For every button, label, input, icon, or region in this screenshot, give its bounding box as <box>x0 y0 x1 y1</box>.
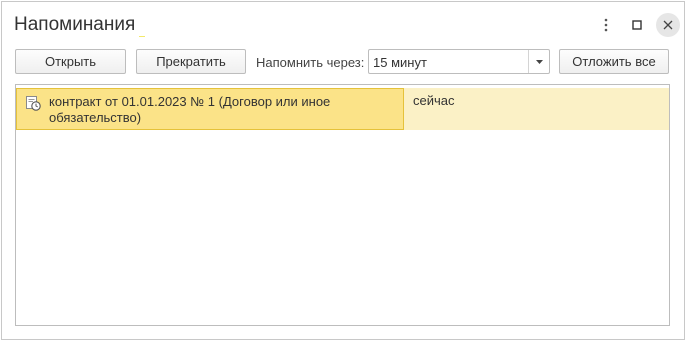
dropdown-button[interactable] <box>528 50 549 73</box>
more-vertical-icon <box>604 18 608 32</box>
reminder-row[interactable]: контракт от 01.01.2023 № 1 (Договор или … <box>16 88 669 130</box>
window-title: Напоминания <box>14 14 136 35</box>
close-button[interactable] <box>656 13 680 37</box>
title-accent <box>139 20 145 37</box>
stop-button[interactable]: Прекратить <box>136 49 246 74</box>
postpone-all-button[interactable]: Отложить все <box>559 49 669 74</box>
chevron-down-icon <box>535 59 543 64</box>
reminder-subject-cell[interactable]: контракт от 01.01.2023 № 1 (Договор или … <box>16 88 404 130</box>
more-actions-button[interactable] <box>594 13 618 37</box>
reminders-list[interactable]: контракт от 01.01.2023 № 1 (Договор или … <box>15 84 670 326</box>
reminders-window: Напоминания Открыть Прекратить Напомнить… <box>1 1 685 340</box>
maximize-icon <box>632 20 642 30</box>
remind-after-label: Напомнить через: <box>256 55 365 70</box>
remind-interval-value: 15 минут <box>373 55 427 70</box>
reminder-subject: контракт от 01.01.2023 № 1 (Договор или … <box>49 94 331 125</box>
reminder-clock-icon <box>26 96 41 111</box>
maximize-button[interactable] <box>625 13 649 37</box>
remind-interval-select[interactable]: 15 минут <box>368 49 550 74</box>
close-icon <box>663 20 673 30</box>
reminder-time: сейчас <box>413 93 455 108</box>
open-button[interactable]: Открыть <box>15 49 126 74</box>
